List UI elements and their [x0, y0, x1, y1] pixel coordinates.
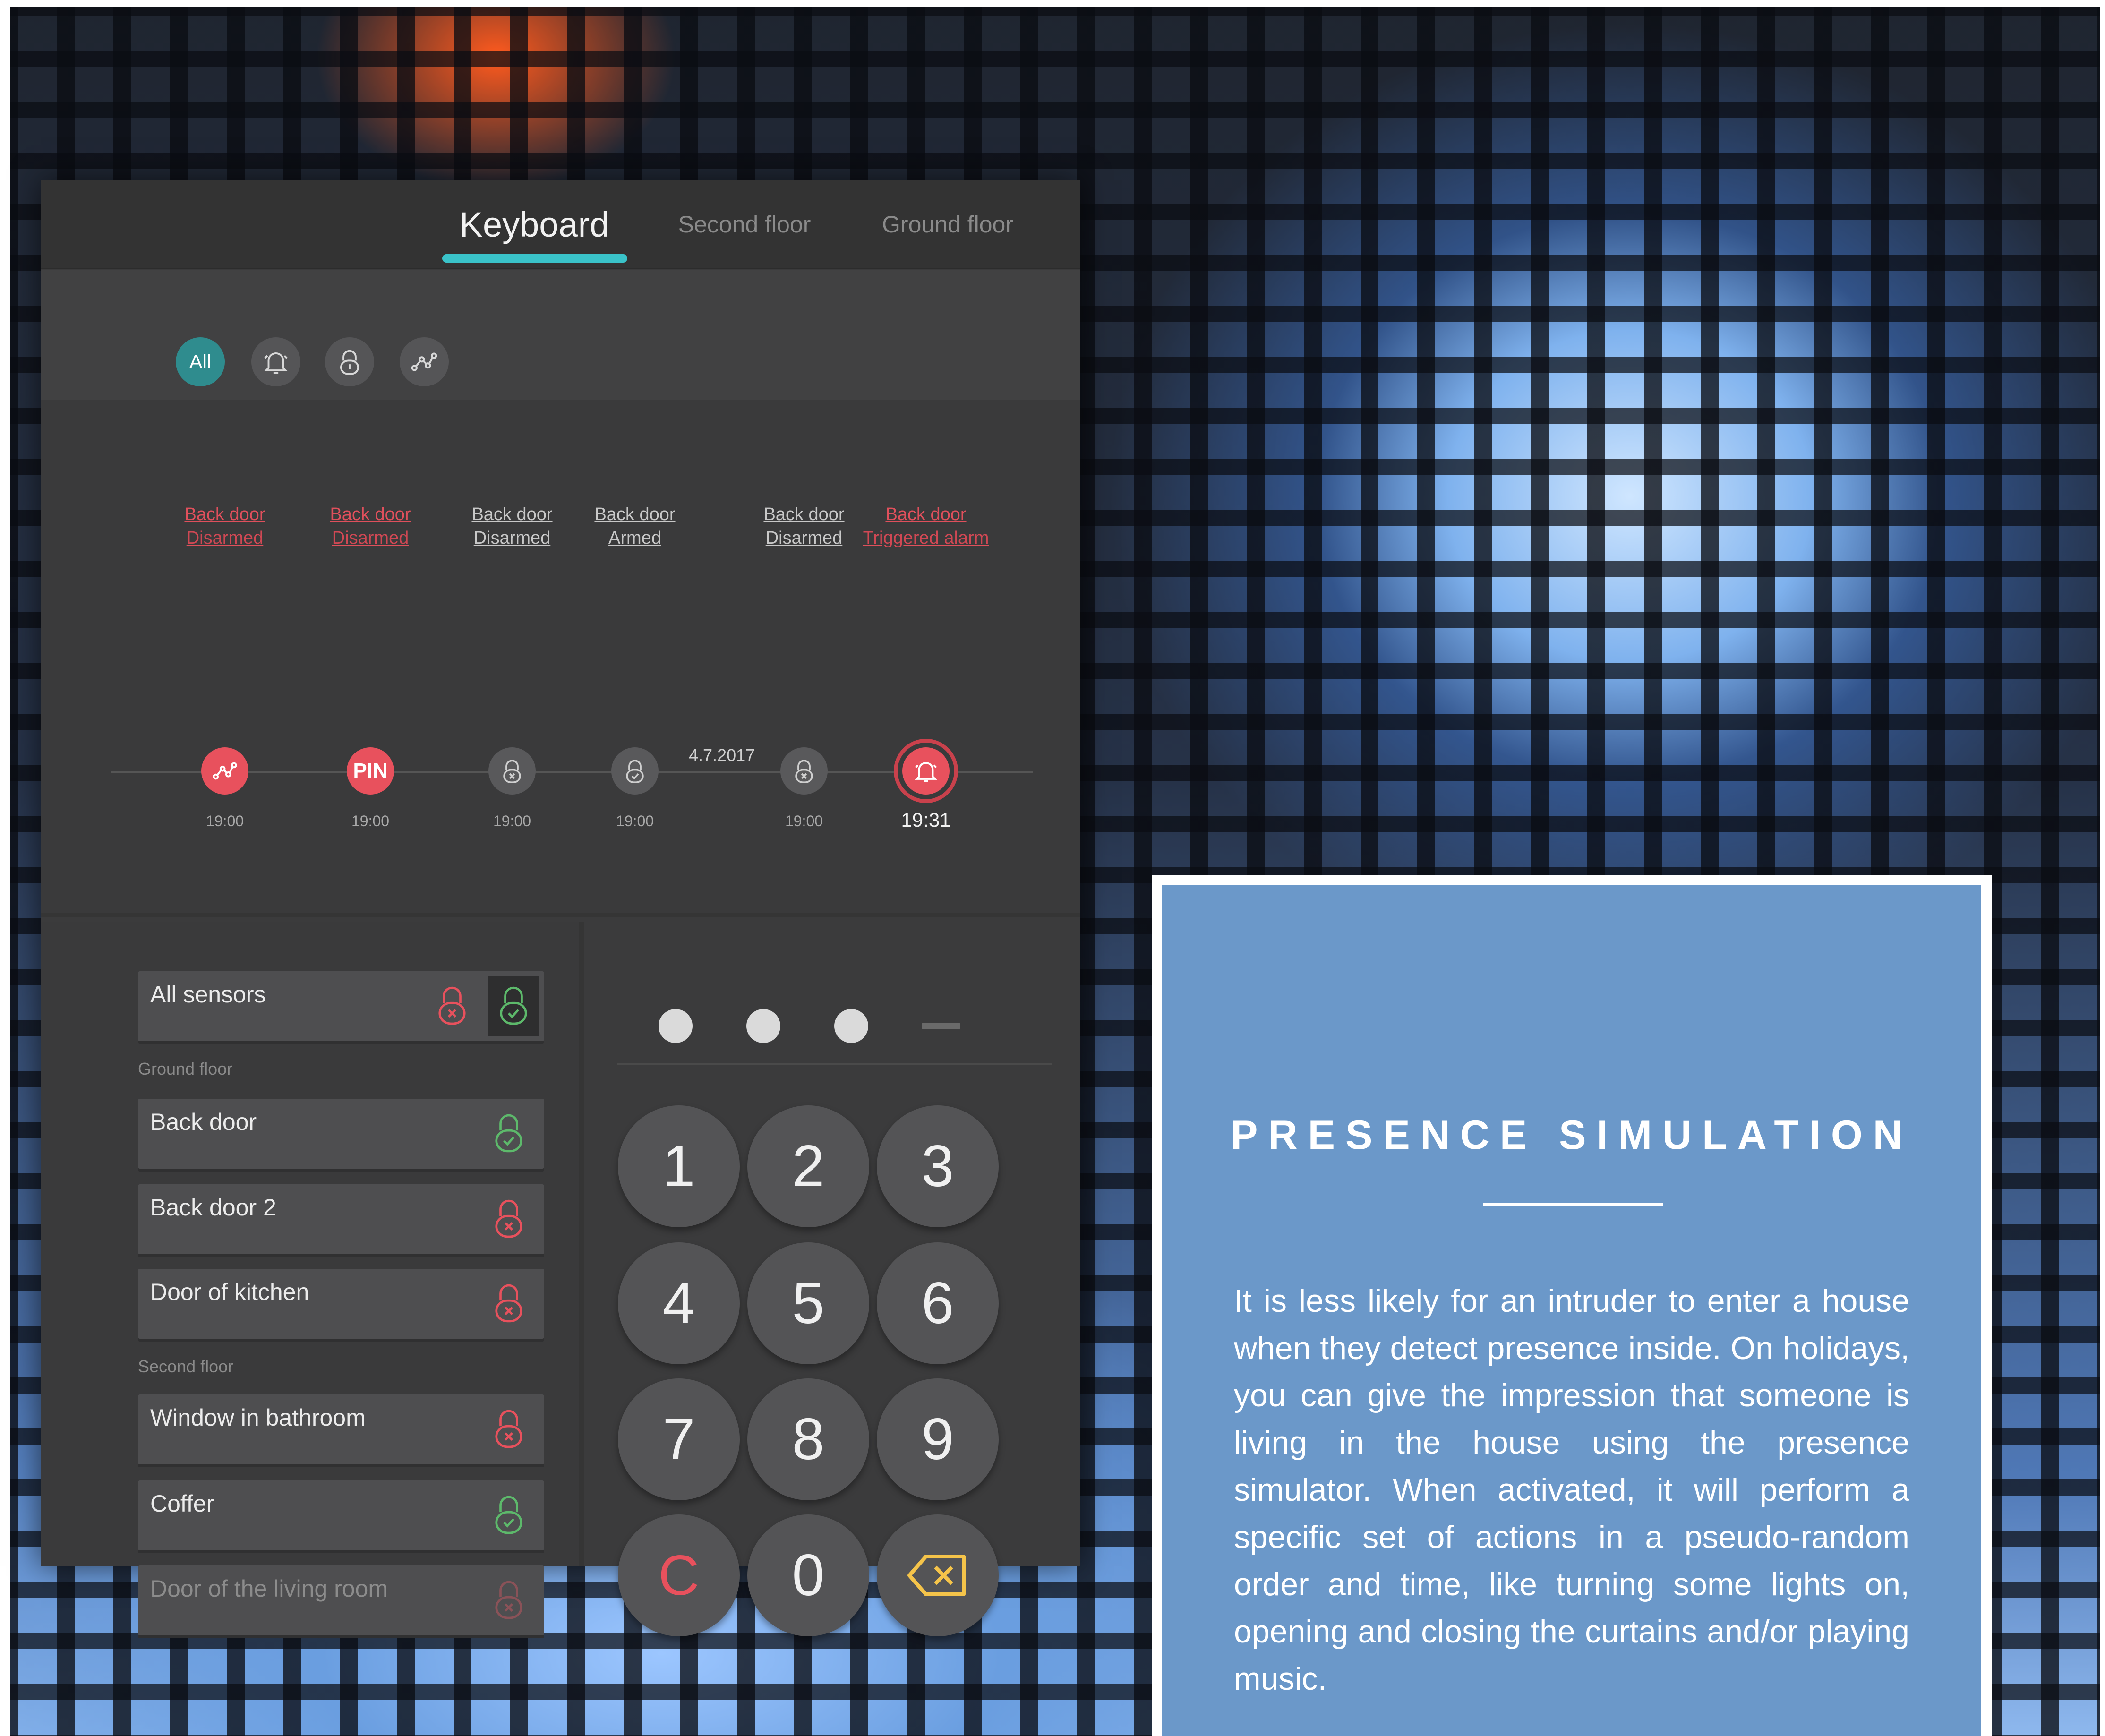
unlock-icon	[503, 760, 521, 783]
event-node[interactable]	[201, 747, 248, 795]
lock-disarmed-icon[interactable]	[492, 1408, 525, 1450]
sensor-name: Back door	[150, 1109, 257, 1135]
event-time: 19:00	[205, 812, 244, 830]
key-5[interactable]: 5	[747, 1242, 869, 1364]
lock-armed-icon[interactable]	[492, 1494, 525, 1536]
event-time: 19:00	[493, 812, 531, 830]
key-1[interactable]: 1	[618, 1105, 740, 1227]
lock-disarmed-icon[interactable]	[492, 1197, 525, 1240]
sensor-row[interactable]: Door of the living room	[138, 1565, 544, 1635]
event-time: 19:31	[901, 809, 951, 831]
divider	[617, 1063, 1052, 1065]
timeline-axis	[111, 771, 1033, 773]
lock-icon	[340, 350, 359, 375]
event-timeline	[41, 400, 1080, 917]
pin-badge[interactable]: PIN	[347, 747, 394, 795]
event-node[interactable]	[488, 747, 536, 795]
frame-border	[0, 0, 2105, 7]
event-time: 19:00	[616, 812, 654, 830]
group-label: Ground floor	[138, 1059, 233, 1078]
lock-disarmed-icon[interactable]	[492, 1282, 525, 1325]
key-3[interactable]: 3	[877, 1105, 999, 1227]
tab-ground-floor[interactable]: Ground floor	[853, 180, 1042, 269]
sensor-name: Coffer	[150, 1490, 214, 1517]
chart-icon	[213, 762, 237, 780]
alarm-node[interactable]	[902, 747, 950, 795]
sensor-row[interactable]: Back door 2	[138, 1184, 544, 1254]
event-label[interactable]: Back door Armed	[559, 503, 710, 550]
card-text: It is less likely for an intruder to ent…	[1234, 1283, 1909, 1697]
unlock-icon	[795, 760, 813, 783]
info-card-body: PRESENCE SIMULATION It is less likely fo…	[1162, 885, 1981, 1736]
disarm-all-icon[interactable]	[436, 984, 469, 1027]
filter-activity-button[interactable]	[400, 337, 449, 386]
filter-lock-button[interactable]	[325, 337, 374, 386]
key-4[interactable]: 4	[618, 1242, 740, 1364]
clear-button[interactable]: C	[618, 1514, 740, 1636]
event-node[interactable]	[611, 747, 659, 795]
frame-border	[2100, 0, 2105, 1736]
divider	[1483, 1203, 1663, 1206]
sensor-name: Window in bathroom	[150, 1404, 366, 1431]
pin-dot-filled	[834, 1009, 868, 1043]
sensor-name: All sensors	[150, 981, 266, 1008]
sensor-row[interactable]: Door of kitchen	[138, 1269, 544, 1339]
filter-bell-button[interactable]	[251, 337, 300, 386]
pin-dot-filled	[746, 1009, 780, 1043]
event-label[interactable]: Back door Disarmed	[295, 503, 446, 550]
frame-border	[0, 0, 10, 1736]
pin-dot-empty	[922, 1023, 960, 1029]
bell-icon	[264, 352, 288, 374]
sensor-row[interactable]: Coffer	[138, 1480, 544, 1550]
tab-bar: Keyboard Second floor Ground floor	[41, 180, 1080, 269]
filter-all-button[interactable]: All	[176, 337, 225, 386]
event-label[interactable]: Back door Disarmed	[149, 503, 300, 550]
bell-icon	[914, 762, 938, 782]
security-panel: Keyboard Second floor Ground floor All B…	[41, 180, 1080, 1636]
key-0[interactable]: 0	[747, 1514, 869, 1636]
chart-icon	[411, 352, 437, 371]
backspace-icon	[907, 1555, 966, 1596]
tab-second-floor[interactable]: Second floor	[655, 180, 834, 269]
key-7[interactable]: 7	[618, 1378, 740, 1500]
key-9[interactable]: 9	[877, 1378, 999, 1500]
sensor-name: Door of the living room	[150, 1575, 388, 1602]
lock-icon	[626, 760, 644, 783]
event-label[interactable]: Back door Triggered alarm	[850, 503, 1001, 550]
event-node[interactable]	[780, 747, 828, 795]
event-time: 19:00	[785, 812, 823, 830]
card-title: PRESENCE SIMULATION	[1231, 1112, 1913, 1158]
group-label: Second floor	[138, 1357, 234, 1376]
sensor-name: Door of kitchen	[150, 1279, 309, 1305]
sensor-row[interactable]: Window in bathroom	[138, 1394, 544, 1464]
event-time: 19:00	[351, 812, 390, 830]
info-card: PRESENCE SIMULATION It is less likely fo…	[1152, 875, 1992, 1736]
lock-disabled-icon[interactable]	[492, 1579, 525, 1621]
backspace-button[interactable]	[877, 1514, 999, 1636]
key-8[interactable]: 8	[747, 1378, 869, 1500]
active-tab-indicator	[442, 254, 627, 263]
timeline-date: 4.7.2017	[689, 745, 755, 765]
sensor-name: Back door 2	[150, 1194, 276, 1221]
all-sensors-row: All sensors	[138, 971, 544, 1041]
lock-armed-icon[interactable]	[492, 1112, 525, 1154]
sensor-row[interactable]: Back door	[138, 1099, 544, 1169]
key-6[interactable]: 6	[877, 1242, 999, 1364]
arm-all-icon	[500, 986, 527, 1025]
pin-dot-filled	[659, 1009, 693, 1043]
key-2[interactable]: 2	[747, 1105, 869, 1227]
